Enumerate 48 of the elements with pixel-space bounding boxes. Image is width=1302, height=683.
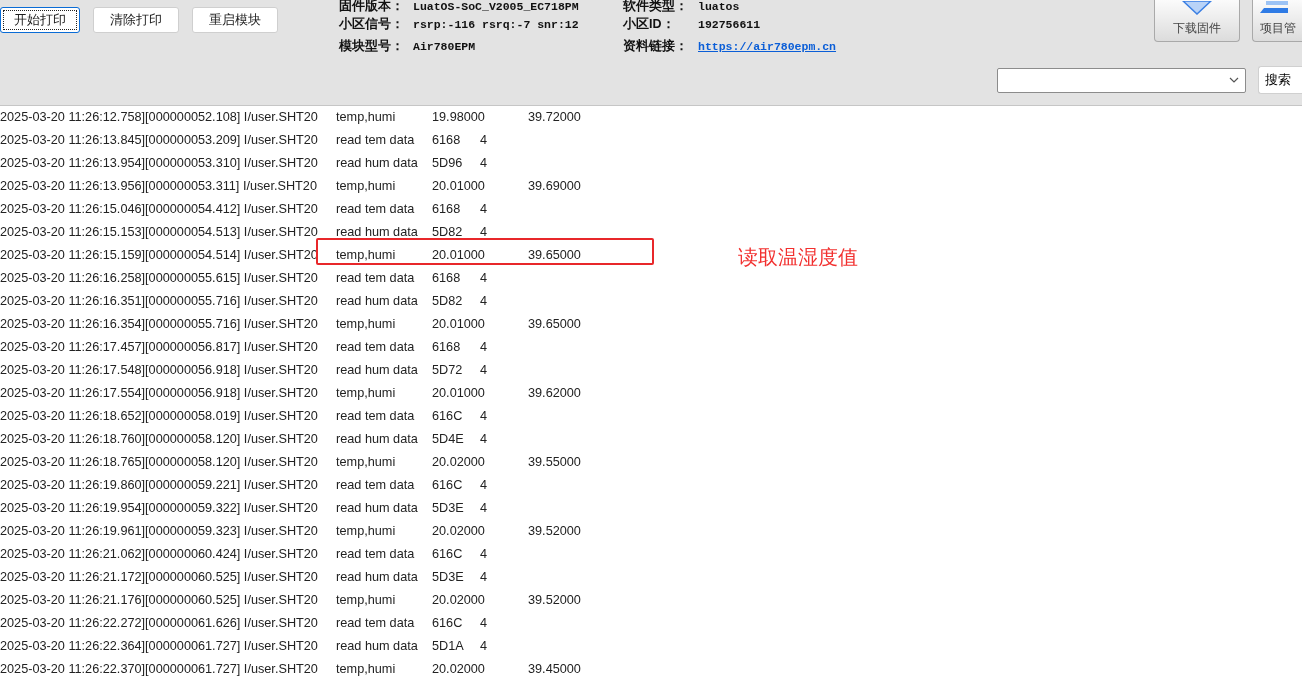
log-line: 2025-03-20 11:26:21.172][000000060.525] I/user.SHT20 read hum data 5D3E 4	[0, 569, 488, 586]
info-label: 软件类型：	[623, 0, 689, 13]
log-line: 2025-03-20 11:26:16.258][000000055.615] I/user.SHT20 read tem data 6168 4	[0, 270, 488, 287]
info-link[interactable]: https://air780epm.cn	[698, 40, 837, 53]
log-line: 2025-03-20 11:26:16.351][000000055.716] I/user.SHT20 read hum data 5D82 4	[0, 293, 488, 310]
log-line: 2025-03-20 11:26:18.765][000000058.120] I/user.SHT20 temp,humi 20.02000 39.55000	[0, 454, 581, 471]
info-label: 小区信号：	[339, 17, 405, 31]
download-arrow-icon	[1182, 1, 1212, 15]
info-value: 192756611	[698, 17, 762, 31]
log-line: 2025-03-20 11:26:22.370][000000061.727] I/user.SHT20 temp,humi 20.02000 39.45000	[0, 661, 581, 678]
info-label: 模块型号：	[339, 40, 405, 53]
dropdown-field[interactable]	[997, 67, 1246, 93]
annotation-label: 读取温湿度值	[738, 245, 858, 270]
log-line: 2025-03-20 11:26:21.062][000000060.424] I/user.SHT20 read tem data 616C 4	[0, 546, 488, 563]
log-line: 2025-03-20 11:26:13.954][000000053.310] I/user.SHT20 read hum data 5D96 4	[0, 155, 488, 172]
stacked-bars-icon	[1260, 1, 1288, 13]
log-line: 2025-03-20 11:26:18.760][000000058.120] I/user.SHT20 read hum data 5D4E 4	[0, 431, 488, 448]
info-label: 小区ID：	[623, 17, 676, 31]
log-line: 2025-03-20 11:26:15.153][000000054.513] I/user.SHT20 read hum data 5D82 4	[0, 224, 488, 241]
info-value: rsrp:-116 rsrq:-7 snr:12	[413, 17, 580, 31]
log-line: 2025-03-20 11:26:17.548][000000056.918] I/user.SHT20 read hum data 5D72 4	[0, 362, 488, 379]
log-line: 2025-03-20 11:26:19.860][000000059.221] I/user.SHT20 read tem data 616C 4	[0, 477, 488, 494]
log-line: 2025-03-20 11:26:17.554][000000056.918] I/user.SHT20 temp,humi 20.01000 39.62000	[0, 385, 581, 402]
log-line: 2025-03-20 11:26:18.652][000000058.019] I/user.SHT20 read tem data 616C 4	[0, 408, 488, 425]
log-line: 2025-03-20 11:26:17.457][000000056.817] I/user.SHT20 read tem data 6168 4	[0, 339, 488, 356]
log-line: 2025-03-20 11:26:15.046][000000054.412] I/user.SHT20 read tem data 6168 4	[0, 201, 488, 218]
info-label: 资料链接：	[623, 40, 689, 53]
info-value: LuatOS-SoC_V2005_EC718PM	[413, 0, 580, 13]
tool-button[interactable]: 项目管	[1252, 0, 1302, 42]
toolbar-button[interactable]: 开始打印	[0, 7, 80, 33]
info-label: 固件版本：	[339, 0, 405, 13]
search-button[interactable]: 搜索	[1258, 66, 1302, 94]
log-line: 2025-03-20 11:26:13.845][000000053.209] I/user.SHT20 read tem data 6168 4	[0, 132, 488, 149]
log-line: 2025-03-20 11:26:13.956][000000053.311] I/user.SHT20 temp,humi 20.01000 39.69000	[0, 178, 581, 195]
log-line: 2025-03-20 11:26:12.758][000000052.108] I/user.SHT20 temp,humi 19.98000 39.72000	[0, 109, 581, 126]
tool-button[interactable]: 下载固件	[1154, 0, 1240, 42]
log-line: 2025-03-20 11:26:22.272][000000061.626] I/user.SHT20 read tem data 616C 4	[0, 615, 488, 632]
log-line: 2025-03-20 11:26:19.954][000000059.322] I/user.SHT20 read hum data 5D3E 4	[0, 500, 488, 517]
info-value: Air780EPM	[413, 40, 477, 53]
info-value: luatos	[698, 0, 741, 13]
log-line: 2025-03-20 11:26:21.176][000000060.525] I/user.SHT20 temp,humi 20.02000 39.52000	[0, 592, 581, 609]
toolbar-button[interactable]: 重启模块	[192, 7, 278, 33]
log-line: 2025-03-20 11:26:15.159][000000054.514] I/user.SHT20 temp,humi 20.01000 39.65000	[0, 247, 581, 264]
log-line: 2025-03-20 11:26:19.961][000000059.323] I/user.SHT20 temp,humi 20.02000 39.52000	[0, 523, 581, 540]
chevron-down-icon	[1229, 77, 1239, 83]
toolbar-button[interactable]: 清除打印	[93, 7, 179, 33]
log-line: 2025-03-20 11:26:22.364][000000061.727] I/user.SHT20 read hum data 5D1A 4	[0, 638, 488, 655]
log-line: 2025-03-20 11:26:16.354][000000055.716] I/user.SHT20 temp,humi 20.01000 39.65000	[0, 316, 581, 333]
